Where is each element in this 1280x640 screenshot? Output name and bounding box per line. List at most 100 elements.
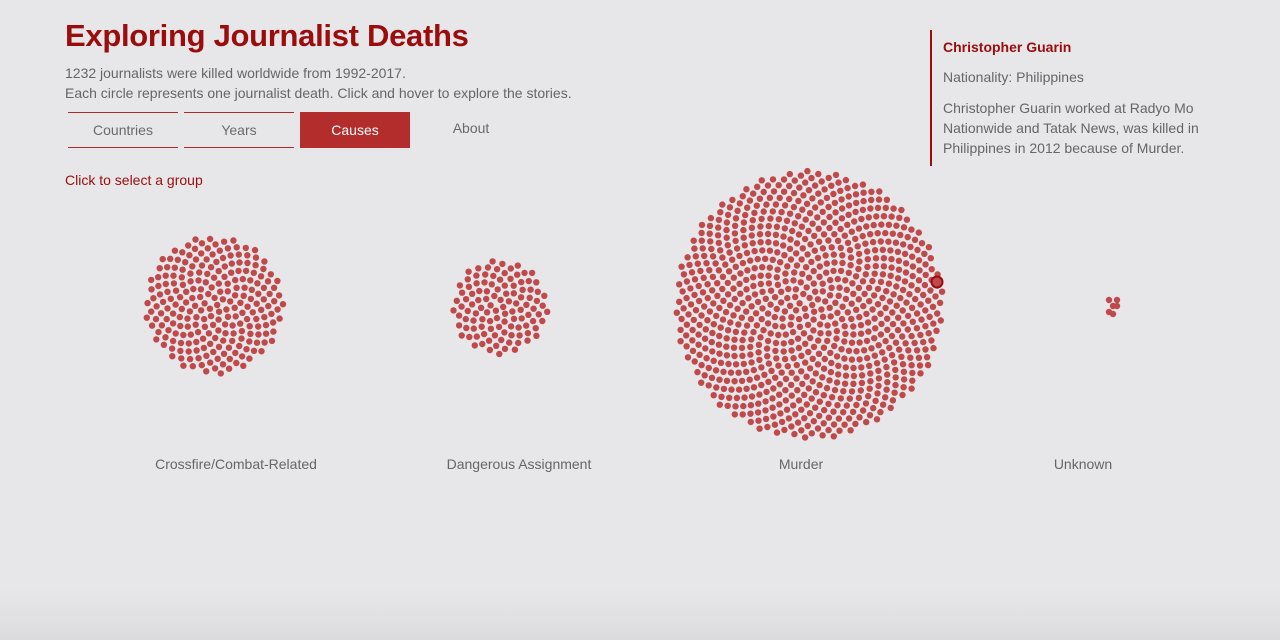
- journalist-dot[interactable]: [849, 280, 856, 287]
- journalist-dot[interactable]: [209, 321, 217, 329]
- journalist-dot[interactable]: [172, 330, 179, 337]
- journalist-dot[interactable]: [780, 233, 787, 240]
- journalist-dot[interactable]: [761, 371, 768, 378]
- journalist-dot[interactable]: [776, 401, 783, 408]
- journalist-dot[interactable]: [816, 321, 824, 328]
- journalist-dot[interactable]: [866, 298, 873, 305]
- journalist-dot[interactable]: [888, 213, 895, 220]
- journalist-dot[interactable]: [469, 290, 476, 297]
- journalist-dot[interactable]: [816, 263, 823, 270]
- journalist-dot[interactable]: [780, 340, 787, 347]
- journalist-dot[interactable]: [844, 221, 851, 228]
- journalist-dot[interactable]: [809, 378, 816, 385]
- journalist-dot[interactable]: [814, 361, 822, 368]
- journalist-dot[interactable]: [184, 323, 191, 330]
- journalist-dot[interactable]: [171, 247, 179, 254]
- journalist-dot[interactable]: [815, 170, 822, 178]
- journalist-dot[interactable]: [904, 233, 911, 241]
- journalist-dot[interactable]: [772, 374, 779, 381]
- journalist-dot[interactable]: [832, 171, 840, 179]
- journalist-dot[interactable]: [796, 323, 804, 330]
- journalist-dot[interactable]: [835, 415, 843, 422]
- journalist-dot[interactable]: [201, 323, 209, 330]
- journalist-dot[interactable]: [224, 245, 232, 252]
- journalist-dot[interactable]: [838, 196, 845, 203]
- journalist-dot[interactable]: [847, 254, 855, 261]
- journalist-dot[interactable]: [909, 253, 916, 260]
- journalist-dot[interactable]: [726, 302, 734, 309]
- journalist-dot[interactable]: [762, 255, 769, 262]
- journalist-dot[interactable]: [900, 224, 908, 231]
- journalist-dot[interactable]: [706, 267, 713, 274]
- journalist-dot[interactable]: [510, 282, 517, 289]
- journalist-dot[interactable]: [737, 290, 744, 297]
- journalist-dot[interactable]: [233, 244, 240, 251]
- journalist-dot[interactable]: [908, 282, 915, 289]
- journalist-dot[interactable]: [238, 353, 246, 360]
- journalist-dot[interactable]: [864, 256, 871, 263]
- journalist-dot[interactable]: [501, 345, 509, 353]
- journalist-dot[interactable]: [493, 342, 500, 349]
- journalist-dot[interactable]: [248, 286, 255, 293]
- journalist-dot[interactable]: [775, 216, 783, 223]
- journalist-dot[interactable]: [841, 380, 849, 387]
- journalist-dot[interactable]: [476, 287, 483, 295]
- journalist-dot[interactable]: [247, 330, 254, 337]
- journalist-dot[interactable]: [211, 294, 218, 302]
- journalist-dot[interactable]: [701, 335, 709, 342]
- journalist-dot[interactable]: [769, 404, 776, 411]
- journalist-dot[interactable]: [795, 213, 802, 220]
- journalist-dot[interactable]: [740, 402, 747, 410]
- journalist-dot[interactable]: [485, 337, 493, 344]
- journalist-dot[interactable]: [162, 280, 169, 288]
- journalist-dot[interactable]: [913, 325, 921, 332]
- journalist-dot[interactable]: [780, 242, 787, 249]
- journalist-dot[interactable]: [494, 286, 501, 293]
- journalist-dot[interactable]: [799, 245, 806, 252]
- journalist-dot[interactable]: [731, 378, 738, 385]
- journalist-dot[interactable]: [853, 401, 860, 409]
- journalist-dot[interactable]: [683, 321, 691, 328]
- journalist-dot[interactable]: [845, 211, 852, 218]
- journalist-dot[interactable]: [837, 244, 844, 252]
- journalist-dot[interactable]: [826, 304, 833, 311]
- journalist-dot[interactable]: [189, 363, 196, 370]
- journalist-dot[interactable]: [800, 330, 808, 337]
- journalist-dot[interactable]: [894, 326, 902, 334]
- journalist-dot[interactable]: [719, 273, 727, 280]
- journalist-dot[interactable]: [219, 296, 227, 303]
- journalist-dot[interactable]: [709, 329, 716, 337]
- journalist-dot[interactable]: [867, 205, 874, 212]
- journalist-dot[interactable]: [191, 302, 199, 309]
- journalist-dot[interactable]: [679, 288, 686, 295]
- journalist-dot[interactable]: [777, 259, 784, 266]
- journalist-dot[interactable]: [782, 375, 790, 383]
- journalist-dot[interactable]: [741, 242, 748, 249]
- journalist-dot[interactable]: [838, 205, 846, 212]
- journalist-dot[interactable]: [208, 284, 215, 291]
- journalist-dot[interactable]: [848, 228, 855, 235]
- journalist-dot[interactable]: [724, 291, 732, 298]
- journalist-dot[interactable]: [472, 310, 480, 317]
- journalist-dot[interactable]: [539, 317, 546, 325]
- journalist-dot[interactable]: [859, 181, 867, 188]
- journalist-dot[interactable]: [923, 354, 931, 361]
- journalist-dot[interactable]: [877, 238, 884, 245]
- journalist-dot[interactable]: [757, 223, 764, 230]
- journalist-dot[interactable]: [539, 302, 546, 309]
- journalist-dot[interactable]: [695, 331, 702, 338]
- journalist-dot[interactable]: [240, 362, 247, 369]
- journalist-dot[interactable]: [723, 335, 730, 342]
- journalist-dot[interactable]: [756, 425, 763, 432]
- journalist-dot[interactable]: [794, 387, 801, 394]
- journalist-dot[interactable]: [868, 345, 875, 352]
- journalist-dot[interactable]: [904, 326, 911, 333]
- journalist-dot[interactable]: [835, 292, 842, 299]
- journalist-dot[interactable]: [866, 412, 874, 419]
- journalist-dot[interactable]: [862, 271, 869, 278]
- journalist-dot[interactable]: [871, 270, 878, 277]
- journalist-dot[interactable]: [922, 307, 929, 314]
- journalist-dot[interactable]: [199, 335, 207, 342]
- journalist-dot[interactable]: [769, 176, 777, 183]
- journalist-dot[interactable]: [787, 236, 794, 243]
